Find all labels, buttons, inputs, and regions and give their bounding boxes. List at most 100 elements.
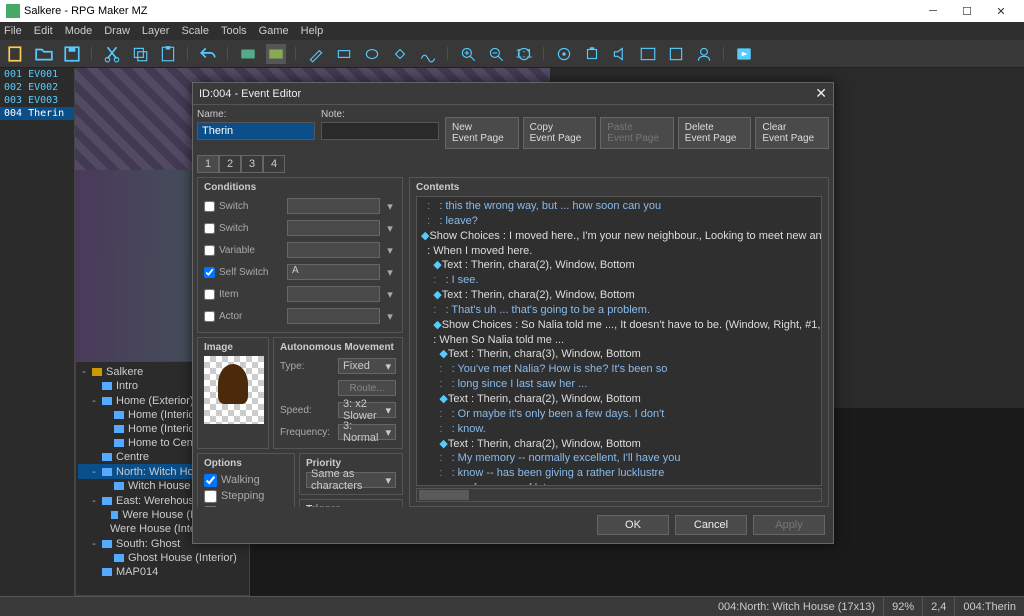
type-select[interactable]: Fixed▾ <box>338 358 396 374</box>
speed-select[interactable]: 3: x2 Slower▾ <box>338 402 396 418</box>
event-mode-icon[interactable] <box>266 44 286 64</box>
clear-page-button[interactable]: ClearEvent Page <box>755 117 829 149</box>
event-command[interactable]: ◆Text : Therin, chara(2), Window, Bottom <box>421 288 817 303</box>
note-input[interactable] <box>321 122 439 140</box>
paste-icon[interactable] <box>158 44 178 64</box>
minimize-button[interactable]: ─ <box>916 5 950 17</box>
menu-edit[interactable]: Edit <box>34 25 53 37</box>
freq-select[interactable]: 3: Normal▾ <box>338 424 396 440</box>
event-command[interactable]: : : this the wrong way, but ... how soon… <box>421 199 817 214</box>
dialog-close-icon[interactable]: ✕ <box>815 85 827 102</box>
condition-value[interactable] <box>287 198 380 214</box>
pencil-icon[interactable] <box>306 44 326 64</box>
priority-select[interactable]: Same as characters▾ <box>306 472 396 488</box>
route-button[interactable]: Route... <box>338 380 396 396</box>
cancel-button[interactable]: Cancel <box>675 515 747 535</box>
tree-item[interactable]: Ghost House (Interior) <box>78 551 247 565</box>
character-gen-icon[interactable] <box>694 44 714 64</box>
save-icon[interactable] <box>62 44 82 64</box>
event-command[interactable]: : : That's uh ... that's going to be a p… <box>421 303 817 318</box>
apply-button[interactable]: Apply <box>753 515 825 535</box>
event-command[interactable]: : : long since I last saw her ... <box>421 377 817 392</box>
delete-page-button[interactable]: DeleteEvent Page <box>678 117 752 149</box>
horizontal-scrollbar[interactable] <box>416 488 822 502</box>
page-tab-3[interactable]: 3 <box>241 155 263 173</box>
dialog-titlebar[interactable]: ID:004 - Event Editor ✕ <box>193 83 833 105</box>
new-project-icon[interactable] <box>6 44 26 64</box>
condition-value[interactable] <box>287 286 380 302</box>
new-page-button[interactable]: NewEvent Page <box>445 117 519 149</box>
close-button[interactable]: ✕ <box>984 5 1018 18</box>
condition-value[interactable] <box>287 242 380 258</box>
menu-draw[interactable]: Draw <box>104 25 130 37</box>
event-item[interactable]: 001 EV001 <box>0 68 74 81</box>
ok-button[interactable]: OK <box>597 515 669 535</box>
character-image[interactable] <box>204 356 264 424</box>
flood-fill-icon[interactable] <box>390 44 410 64</box>
menu-layer[interactable]: Layer <box>142 25 170 37</box>
name-input[interactable] <box>197 122 315 140</box>
menu-help[interactable]: Help <box>301 25 324 37</box>
condition-checkbox[interactable] <box>204 311 215 322</box>
event-item[interactable]: 004 Therin <box>0 107 74 120</box>
event-command[interactable]: : : My memory -- normally excellent, I'l… <box>421 451 817 466</box>
shadow-pen-icon[interactable] <box>418 44 438 64</box>
page-tab-2[interactable]: 2 <box>219 155 241 173</box>
event-command[interactable]: ◆Text : Therin, chara(2), Window, Bottom <box>421 392 817 407</box>
undo-icon[interactable] <box>198 44 218 64</box>
condition-value[interactable]: A <box>287 264 380 280</box>
database-icon[interactable] <box>554 44 574 64</box>
condition-checkbox[interactable] <box>204 267 215 278</box>
event-item[interactable]: 003 EV003 <box>0 94 74 107</box>
map-mode-icon[interactable] <box>238 44 258 64</box>
copy-icon[interactable] <box>130 44 150 64</box>
option-checkbox[interactable] <box>204 474 217 487</box>
zoom-in-icon[interactable] <box>458 44 478 64</box>
event-command[interactable]: : : You've met Nalia? How is she? It's b… <box>421 362 817 377</box>
event-command[interactable]: : When I moved here. <box>421 244 817 259</box>
menu-file[interactable]: File <box>4 25 22 37</box>
event-command[interactable]: : : know. <box>421 422 817 437</box>
zoom-out-icon[interactable] <box>486 44 506 64</box>
condition-value[interactable] <box>287 308 380 324</box>
condition-checkbox[interactable] <box>204 223 215 234</box>
event-command[interactable]: : : I see. <box>421 273 817 288</box>
menu-game[interactable]: Game <box>259 25 289 37</box>
event-command[interactable]: ◆Show Choices : I moved here., I'm your … <box>421 229 817 244</box>
event-command[interactable]: ◆Text : Therin, chara(3), Window, Bottom <box>421 347 817 362</box>
actual-size-icon[interactable]: 1:1 <box>514 44 534 64</box>
event-command[interactable]: ◆Show Choices : So Nalia told me ..., It… <box>421 318 817 333</box>
event-command[interactable]: : : leave? <box>421 214 817 229</box>
event-command[interactable]: ◆Text : Therin, chara(2), Window, Bottom <box>421 258 817 273</box>
ellipse-icon[interactable] <box>362 44 382 64</box>
page-tab-1[interactable]: 1 <box>197 155 219 173</box>
plugin-icon[interactable] <box>582 44 602 64</box>
condition-checkbox[interactable] <box>204 201 215 212</box>
event-command[interactable]: : When So Nalia told me ... <box>421 333 817 348</box>
condition-checkbox[interactable] <box>204 289 215 300</box>
option-checkbox[interactable] <box>204 506 217 508</box>
event-command[interactable]: ◆Text : Therin, chara(2), Window, Bottom <box>421 437 817 452</box>
contents-list[interactable]: : : this the wrong way, but ... how soon… <box>416 196 822 486</box>
maximize-button[interactable]: ☐ <box>950 5 984 18</box>
menu-mode[interactable]: Mode <box>65 25 93 37</box>
condition-checkbox[interactable] <box>204 245 215 256</box>
menu-tools[interactable]: Tools <box>221 25 247 37</box>
tree-item[interactable]: MAP014 <box>78 565 247 579</box>
playtest-icon[interactable] <box>734 44 754 64</box>
rectangle-icon[interactable] <box>334 44 354 64</box>
copy-page-button[interactable]: CopyEvent Page <box>523 117 597 149</box>
menu-scale[interactable]: Scale <box>181 25 209 37</box>
condition-value[interactable] <box>287 220 380 236</box>
page-tab-4[interactable]: 4 <box>263 155 285 173</box>
option-checkbox[interactable] <box>204 490 217 503</box>
cut-icon[interactable] <box>102 44 122 64</box>
event-command[interactable]: : : know -- has been giving a rather luc… <box>421 466 817 481</box>
events-list[interactable]: 001 EV001002 EV002003 EV003004 Therin <box>0 68 75 596</box>
event-command[interactable]: : : Or maybe it's only been a few days. … <box>421 407 817 422</box>
event-item[interactable]: 002 EV002 <box>0 81 74 94</box>
event-search-icon[interactable] <box>638 44 658 64</box>
resource-icon[interactable] <box>666 44 686 64</box>
sound-test-icon[interactable] <box>610 44 630 64</box>
open-project-icon[interactable] <box>34 44 54 64</box>
